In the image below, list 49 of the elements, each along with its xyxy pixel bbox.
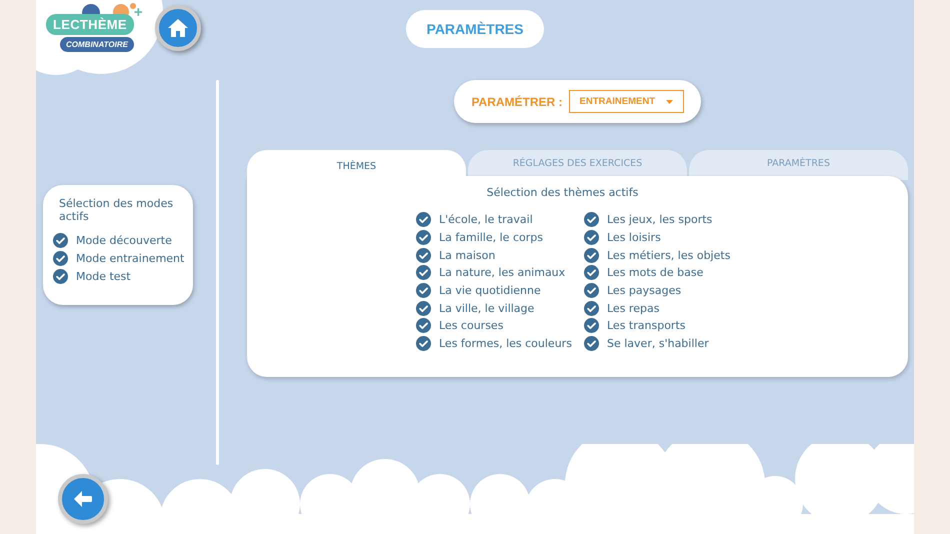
mode-dropdown[interactable]: ENTRAINEMENT bbox=[568, 90, 684, 113]
check-circle-icon[interactable] bbox=[584, 300, 599, 316]
check-circle-icon[interactable] bbox=[53, 268, 68, 284]
check-circle-icon[interactable] bbox=[416, 230, 431, 246]
check-circle-icon[interactable] bbox=[416, 318, 431, 334]
check-circle-icon[interactable] bbox=[584, 248, 599, 263]
check-circle-icon[interactable] bbox=[416, 265, 431, 280]
check-circle-icon[interactable] bbox=[416, 212, 431, 228]
tab[interactable]: THÈMES bbox=[247, 150, 466, 186]
theme-label: Les loisirs bbox=[607, 231, 661, 244]
theme-label: Les mots de base bbox=[607, 266, 704, 280]
theme-label: Les transports bbox=[607, 319, 686, 332]
theme-label: Les repas bbox=[607, 302, 660, 315]
selector-label: PARAMÉTRER : bbox=[471, 94, 563, 108]
check-circle-icon[interactable] bbox=[416, 300, 431, 316]
theme-label: L'école, le travail bbox=[439, 213, 533, 226]
check-circle-icon[interactable] bbox=[584, 230, 599, 246]
page-title: PARAMÈTRES bbox=[406, 10, 544, 48]
theme-label: Les jeux, les sports bbox=[607, 213, 712, 226]
mode-label: Mode découverte bbox=[76, 234, 172, 246]
mode-label: Mode entrainement bbox=[76, 252, 184, 264]
home-button[interactable] bbox=[155, 5, 201, 51]
theme-label: Les paysages bbox=[607, 284, 682, 298]
check-circle-icon[interactable] bbox=[416, 248, 431, 263]
theme-label: La ville, le village bbox=[439, 302, 534, 315]
check-circle-icon[interactable] bbox=[584, 336, 599, 352]
check-circle-icon[interactable] bbox=[416, 336, 431, 352]
check-circle-icon[interactable] bbox=[584, 283, 599, 298]
home-icon bbox=[166, 16, 190, 40]
check-circle-icon[interactable] bbox=[584, 318, 599, 334]
theme-label: La nature, les animaux bbox=[439, 266, 566, 280]
theme-label: La famille, le corps bbox=[439, 231, 543, 244]
modes-title: Sélection des modes actifs bbox=[59, 197, 174, 223]
mode-label: Mode test bbox=[76, 270, 131, 282]
theme-label: Les formes, les couleurs bbox=[439, 337, 572, 350]
caret-icon bbox=[666, 100, 673, 104]
theme-label: Se laver, s'habiller bbox=[607, 337, 709, 350]
theme-label: Les métiers, les objets bbox=[607, 248, 730, 262]
themes-title: Sélection des thèmes actifs bbox=[486, 186, 638, 199]
check-circle-icon[interactable] bbox=[416, 283, 431, 298]
check-circle-icon[interactable] bbox=[53, 232, 68, 248]
logo-plus: + bbox=[134, 4, 143, 21]
theme-label: La maison bbox=[439, 248, 496, 262]
check-circle-icon[interactable] bbox=[53, 250, 68, 266]
theme-label: La vie quotidienne bbox=[439, 284, 541, 298]
logo-subtitle: COMBINATOIRE bbox=[60, 37, 134, 52]
theme-label: Les courses bbox=[439, 319, 504, 332]
check-circle-icon[interactable] bbox=[584, 265, 599, 280]
check-circle-icon[interactable] bbox=[584, 212, 599, 228]
